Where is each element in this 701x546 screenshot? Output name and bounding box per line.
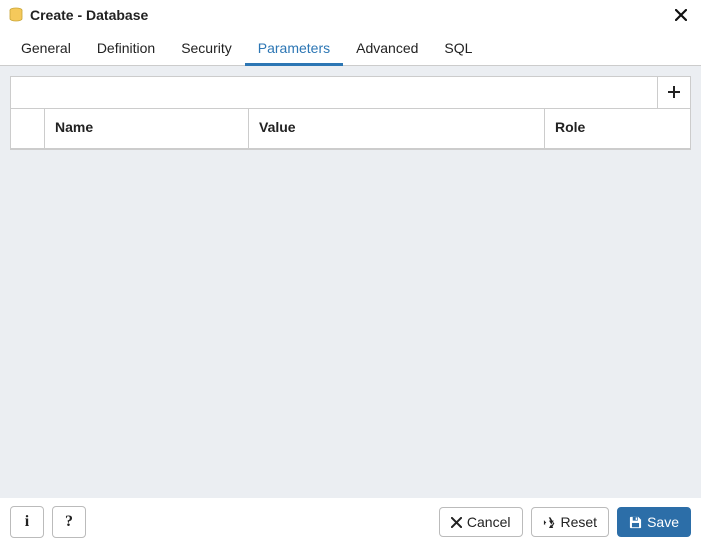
dialog-titlebar: Create - Database [0,0,701,30]
info-button[interactable]: i [10,506,44,538]
question-icon: ? [65,513,73,531]
column-header-name: Name [45,109,249,148]
reset-button[interactable]: Reset [531,507,610,537]
cancel-button[interactable]: Cancel [439,507,523,537]
tab-sql[interactable]: SQL [431,31,485,66]
database-icon [8,7,24,23]
column-header-value: Value [249,109,545,148]
dialog-footer: i ? Cancel Reset [0,498,701,546]
plus-icon [668,83,680,103]
help-button[interactable]: ? [52,506,86,538]
dialog-content: Name Value Role [0,66,701,498]
dialog-tabs: General Definition Security Parameters A… [0,30,701,66]
reset-button-label: Reset [561,514,598,530]
recycle-icon [543,516,556,529]
tab-general[interactable]: General [8,31,84,66]
tab-parameters[interactable]: Parameters [245,31,343,66]
save-button[interactable]: Save [617,507,691,537]
create-database-dialog: Create - Database General Definition Sec… [0,0,701,546]
column-header-role: Role [545,109,690,148]
close-icon [451,517,462,528]
dialog-title: Create - Database [30,7,671,23]
column-handle [11,109,45,148]
info-icon: i [25,513,29,531]
add-row-button[interactable] [658,77,690,108]
parameters-grid-header: Name Value Role [11,109,690,149]
parameters-panel: Name Value Role [10,76,691,150]
close-icon[interactable] [671,5,691,25]
save-button-label: Save [647,514,679,530]
tab-advanced[interactable]: Advanced [343,31,431,66]
parameters-toolbar [11,77,690,109]
cancel-button-label: Cancel [467,514,511,530]
tab-security[interactable]: Security [168,31,245,66]
save-icon [629,516,642,529]
tab-definition[interactable]: Definition [84,31,168,66]
